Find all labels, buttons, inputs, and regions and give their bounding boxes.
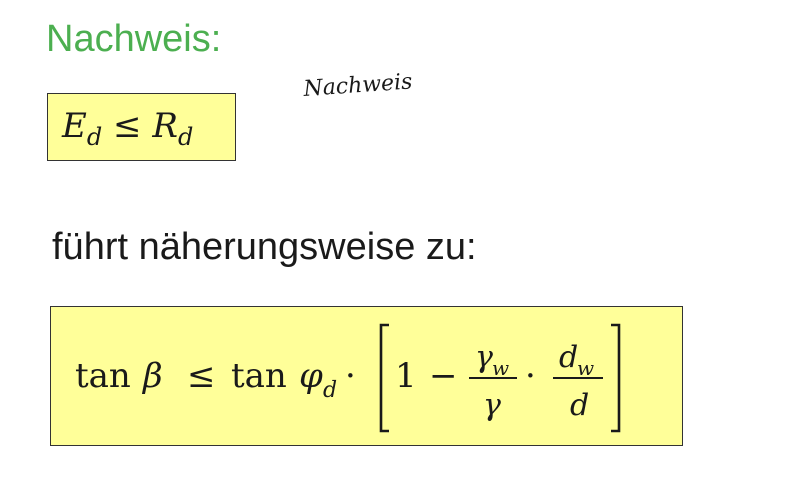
handwritten-annotation: Nachweis [302, 70, 414, 102]
slope-stability-formula: tan β ≤ tan φ d · 1 − γ w γ · d w d [75, 323, 621, 433]
formula-phi-subscript: d [323, 378, 337, 403]
section-heading: Nachweis: [46, 18, 222, 60]
formula-phi: φ [299, 356, 323, 396]
fraction2-numerator-subscript: w [577, 356, 594, 380]
formula-dot-2: · [525, 356, 536, 396]
formula-beta: β [141, 356, 163, 396]
condition-rhs-subscript: d [177, 123, 194, 151]
design-condition-box: Ed ≤ Rd [47, 93, 236, 161]
transition-text: führt näherungsweise zu: [52, 226, 477, 268]
fraction2-denominator: d [570, 388, 589, 423]
formula-tan-left: tan [75, 356, 131, 396]
fraction1-denominator: γ [483, 388, 501, 423]
fraction1-numerator: γ [475, 340, 493, 375]
left-bracket [379, 323, 389, 433]
handwritten-note: Nachweis [302, 70, 414, 102]
formula-one: 1 [395, 356, 417, 396]
fraction2-numerator: d [559, 340, 578, 375]
formula-leq: ≤ [187, 356, 216, 396]
condition-rhs: R [152, 106, 178, 146]
formula-tan-right: tan [231, 356, 287, 396]
right-bracket [611, 323, 621, 433]
fraction1-numerator-subscript: w [492, 356, 509, 380]
design-condition-equation: Ed ≤ Rd [62, 106, 193, 157]
formula-minus: − [429, 356, 458, 396]
formula-box: tan β ≤ tan φ d · 1 − γ w γ · d w d [50, 306, 683, 446]
condition-relation: ≤ [113, 106, 142, 146]
formula-dot-1: · [345, 356, 356, 396]
condition-lhs: E [62, 106, 87, 146]
condition-lhs-subscript: d [86, 123, 103, 151]
